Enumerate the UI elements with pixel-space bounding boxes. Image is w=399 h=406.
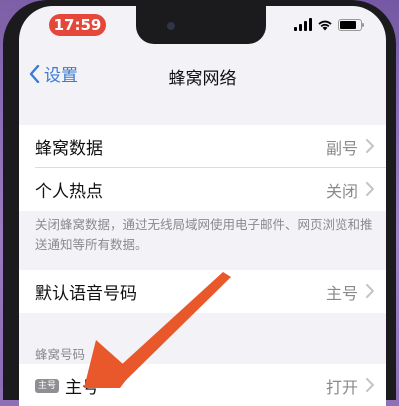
annotation-arrow-icon — [84, 272, 231, 388]
